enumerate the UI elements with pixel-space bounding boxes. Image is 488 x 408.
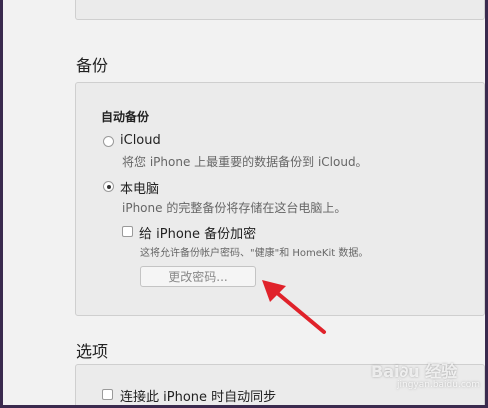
baidu-watermark: Bai∂u 经验: [371, 362, 458, 381]
icloud-radio-label[interactable]: iCloud: [120, 133, 161, 148]
options-section-title: 选项: [76, 342, 109, 361]
change-password-button[interactable]: 更改密码...: [140, 266, 256, 287]
this-computer-radio-label[interactable]: 本电脑: [120, 178, 159, 197]
encrypt-backup-label[interactable]: 给 iPhone 备份加密: [139, 223, 256, 242]
auto-backup-label: 自动备份: [101, 110, 150, 124]
encrypt-backup-description: 这将允许备份帐户密码、"健康"和 HomeKit 数据。: [140, 248, 369, 259]
encrypt-backup-checkbox[interactable]: [122, 226, 133, 237]
backup-section-title: 备份: [76, 56, 109, 75]
auto-sync-checkbox[interactable]: [102, 389, 113, 400]
this-computer-radio[interactable]: [103, 181, 114, 192]
auto-sync-label[interactable]: 连接此 iPhone 时自动同步: [120, 386, 276, 405]
red-arrow-annotation: [262, 280, 326, 334]
icloud-radio[interactable]: [103, 136, 114, 147]
itunes-settings-window: 备份 自动备份 iCloud 将您 iPhone 上最重要的数据备份到 iClo…: [3, 0, 485, 405]
baidu-watermark-url: jingyan.baidu.com: [397, 380, 481, 390]
previous-section-panel: [75, 0, 485, 20]
icloud-description: 将您 iPhone 上最重要的数据备份到 iCloud。: [122, 155, 368, 169]
this-computer-description: iPhone 的完整备份将存储在这台电脑上。: [122, 201, 347, 215]
